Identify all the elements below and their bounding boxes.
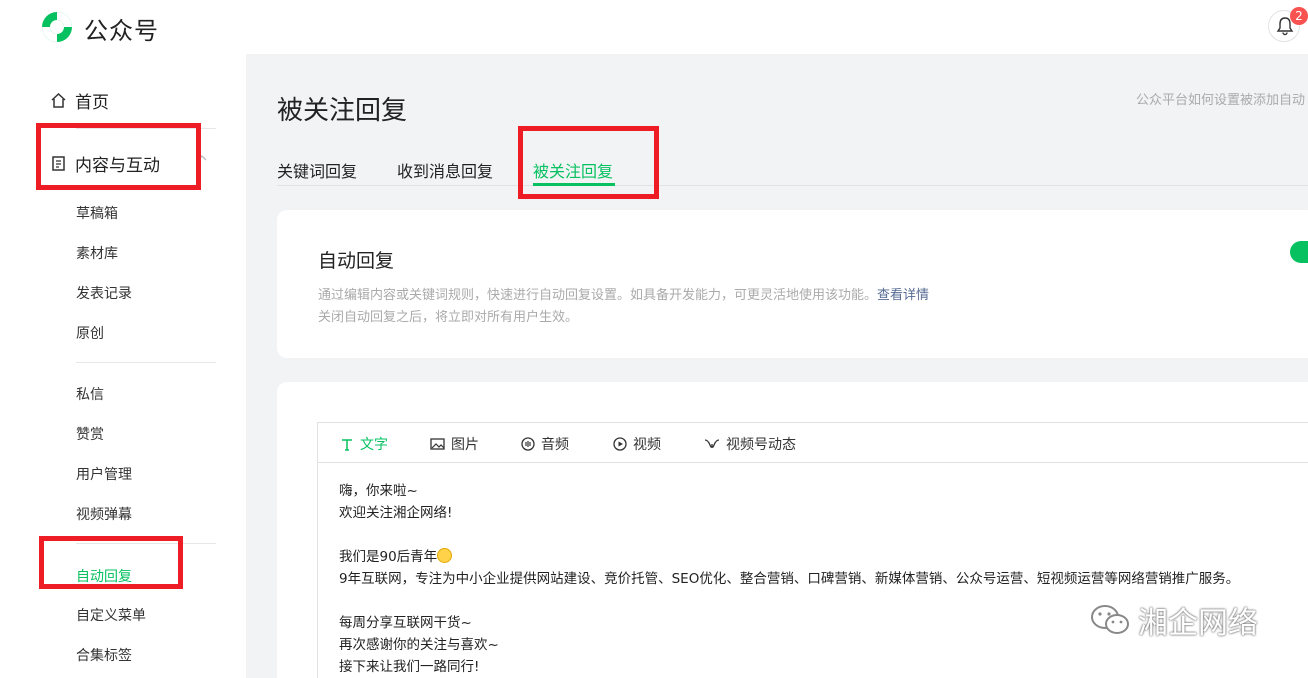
tool-video[interactable]: 视频 (613, 434, 661, 454)
tool-label: 视频号动态 (726, 437, 796, 453)
tool-text[interactable]: 文字 (340, 434, 388, 454)
tool-label: 音频 (541, 437, 569, 453)
annotation-box-content (36, 123, 201, 190)
audio-icon (521, 437, 535, 451)
tool-label: 图片 (451, 437, 479, 453)
channels-icon (704, 439, 720, 448)
editor-line: 接下来让我们一路同行! (339, 659, 480, 675)
sidebar-item-messages[interactable]: 私信 (76, 384, 104, 404)
tool-audio[interactable]: 音频 (521, 434, 569, 454)
tabs-divider (277, 185, 1308, 186)
tool-label: 视频 (633, 437, 661, 453)
sidebar-divider (76, 362, 216, 363)
sidebar-item-collection-tags[interactable]: 合集标签 (76, 645, 132, 665)
sidebar-item-drafts[interactable]: 草稿箱 (76, 203, 118, 223)
sidebar-item-custom-menu[interactable]: 自定义菜单 (76, 605, 146, 625)
tab-keyword-reply[interactable]: 关键词回复 (277, 158, 357, 182)
page-title: 被关注回复 (277, 96, 408, 126)
watermark-text: 湘企网络 (1138, 606, 1258, 641)
sidebar-item-publish-records[interactable]: 发表记录 (76, 283, 132, 303)
sidebar-item-user-management[interactable]: 用户管理 (76, 464, 132, 484)
top-bar: 公众号 2 (0, 0, 1308, 54)
sidebar-item-label: 首页 (75, 93, 109, 113)
editor-line: 再次感谢你的关注与喜欢~ (339, 637, 499, 653)
editor-line: 每周分享互联网干货~ (339, 615, 472, 631)
view-details-link[interactable]: 查看详情 (877, 288, 929, 303)
home-icon (51, 92, 66, 108)
auto-reply-toggle[interactable] (1290, 241, 1308, 263)
editor-line: 欢迎关注湘企网络! (339, 505, 453, 521)
editor-line: 9年互联网，专注为中小企业提供网站建设、竞价托管、SEO优化、整合营销、口碑营销… (339, 571, 1240, 587)
wechat-logo-icon (1091, 605, 1129, 634)
sidebar-item-home[interactable]: 首页 (50, 88, 109, 113)
editor-line-with-emoji: 我们是90后青年 (339, 545, 453, 565)
tool-image[interactable]: 图片 (430, 434, 479, 454)
watermark: 湘企网络 (1090, 598, 1258, 642)
smile-emoji-icon (437, 548, 453, 563)
editor-toolbar: 文字 图片 音频 视频 视频号动态 (318, 423, 1308, 463)
help-link[interactable]: 公众平台如何设置被添加自动 (1136, 89, 1308, 108)
tool-channels[interactable]: 视频号动态 (704, 434, 796, 454)
annotation-box-auto-reply (39, 536, 183, 589)
tab-message-reply[interactable]: 收到消息回复 (397, 158, 493, 182)
text-icon (342, 439, 352, 451)
sidebar-item-video-danmaku[interactable]: 视频弹幕 (76, 504, 132, 524)
auto-reply-description: 通过编辑内容或关键词规则，快速进行自动回复设置。如具备开发能力，可更灵活地使用该… (318, 284, 929, 303)
sidebar-item-materials[interactable]: 素材库 (76, 243, 118, 263)
annotation-box-tab (518, 126, 659, 199)
sidebar-item-original[interactable]: 原创 (76, 323, 104, 343)
tool-label: 文字 (360, 437, 388, 453)
sidebar-item-rewards[interactable]: 赞赏 (76, 424, 104, 444)
brand-name: 公众号 (84, 17, 159, 45)
image-icon (430, 438, 445, 450)
auto-reply-title: 自动回复 (318, 250, 395, 272)
auto-reply-note: 关闭自动回复之后，将立即对所有用户生效。 (318, 310, 579, 325)
auto-reply-description-text: 通过编辑内容或关键词规则，快速进行自动回复设置。如具备开发能力，可更灵活地使用该… (318, 288, 878, 303)
notification-badge: 2 (1290, 7, 1308, 25)
wechat-official-logo-icon (42, 12, 72, 42)
editor-line: 嗨，你来啦~ (339, 483, 418, 499)
play-icon (613, 437, 627, 451)
editor-line: 我们是90后青年 (339, 549, 438, 565)
